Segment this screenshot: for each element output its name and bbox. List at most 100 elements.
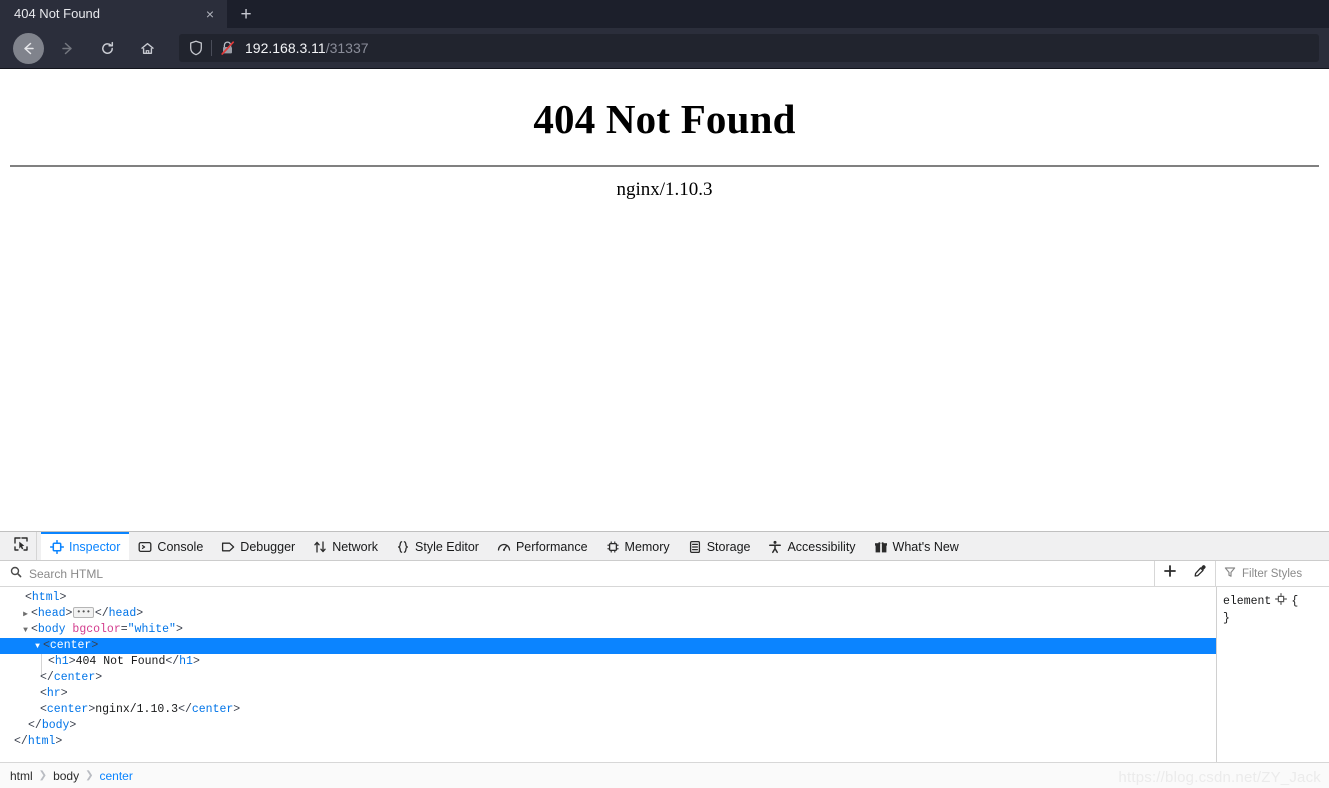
url-path: /31337 bbox=[326, 40, 369, 56]
node-attr-name: bgcolor bbox=[72, 623, 120, 636]
markup-node-body-close[interactable]: </body> bbox=[0, 718, 1216, 734]
node-tag-html-close: html bbox=[28, 735, 56, 748]
arrow-right-icon bbox=[59, 40, 76, 57]
markup-node-body[interactable]: ▼<body bgcolor="white"> bbox=[0, 622, 1216, 638]
forward-button[interactable] bbox=[50, 31, 84, 65]
tab-title: 404 Not Found bbox=[14, 0, 199, 28]
node-text-h1: 404 Not Found bbox=[76, 655, 166, 668]
breadcrumb-item-center[interactable]: center bbox=[99, 769, 132, 783]
lock-broken-icon[interactable] bbox=[220, 40, 235, 56]
tab-network[interactable]: Network bbox=[304, 532, 387, 560]
node-tag-hr: hr bbox=[47, 687, 61, 700]
node-tag-center-close: center bbox=[54, 671, 95, 684]
element-picker-button[interactable] bbox=[6, 532, 37, 560]
home-button[interactable] bbox=[130, 31, 164, 65]
breadcrumb-item-html[interactable]: html bbox=[10, 769, 33, 783]
filter-styles-input[interactable]: Filter Styles bbox=[1216, 561, 1329, 586]
search-html-placeholder: Search HTML bbox=[29, 567, 103, 581]
tab-performance[interactable]: Performance bbox=[488, 532, 597, 560]
console-icon bbox=[138, 540, 152, 554]
tab-network-label: Network bbox=[332, 540, 378, 554]
shield-icon[interactable] bbox=[189, 40, 203, 56]
chevron-right-icon: ❯ bbox=[39, 770, 47, 781]
whats-new-icon bbox=[874, 540, 888, 554]
rule-close-line: } bbox=[1223, 611, 1329, 627]
new-tab-button[interactable]: + bbox=[227, 0, 265, 28]
tab-performance-label: Performance bbox=[516, 540, 588, 554]
tab-accessibility-label: Accessibility bbox=[787, 540, 855, 554]
node-tag-html: html bbox=[32, 591, 60, 604]
collapsed-children-icon[interactable]: ••• bbox=[73, 607, 93, 618]
filter-styles-placeholder: Filter Styles bbox=[1242, 568, 1302, 580]
markup-node-head[interactable]: ▶<head>•••</head> bbox=[0, 606, 1216, 622]
memory-icon bbox=[606, 540, 620, 554]
style-rules-panel[interactable]: element { } bbox=[1217, 587, 1329, 762]
tab-inspector-label: Inspector bbox=[69, 540, 120, 554]
tab-style-editor-label: Style Editor bbox=[415, 540, 479, 554]
tab-debugger-label: Debugger bbox=[240, 540, 295, 554]
tab-console[interactable]: Console bbox=[129, 532, 212, 560]
tab-style-editor[interactable]: Style Editor bbox=[387, 532, 488, 560]
devtools-body: ▼<html> ▶<head>•••</head> ▼<body bgcolor… bbox=[0, 587, 1329, 762]
markup-node-center-close[interactable]: </center> bbox=[0, 670, 1216, 686]
url-host: 192.168.3.11 bbox=[245, 40, 326, 56]
home-icon bbox=[139, 40, 156, 57]
breadcrumb: html ❯ body ❯ center https://blog.csdn.n… bbox=[0, 762, 1329, 788]
tab-whats-new[interactable]: What's New bbox=[865, 532, 968, 560]
node-tag-head: head bbox=[38, 607, 66, 620]
tab-memory-label: Memory bbox=[625, 540, 670, 554]
breadcrumb-item-body[interactable]: body bbox=[53, 769, 79, 783]
browser-window: 404 Not Found × + bbox=[0, 0, 1329, 788]
twisty-icon[interactable]: ▼ bbox=[32, 639, 43, 655]
urlbar-divider bbox=[211, 40, 212, 56]
tab-storage[interactable]: Storage bbox=[679, 532, 760, 560]
markup-tree[interactable]: ▼<html> ▶<head>•••</head> ▼<body bgcolor… bbox=[0, 587, 1217, 762]
markup-node-h1[interactable]: <h1>404 Not Found</h1> bbox=[0, 654, 1216, 670]
node-tag-center: center bbox=[50, 639, 91, 652]
search-html-input[interactable]: Search HTML bbox=[0, 561, 1155, 586]
node-tag-center2: center bbox=[47, 703, 88, 716]
rule-selector-line: element { bbox=[1223, 593, 1329, 611]
tab-strip: 404 Not Found × + bbox=[0, 0, 1329, 28]
node-tag-head-close: head bbox=[109, 607, 137, 620]
markup-node-center-selected[interactable]: ▼<center> bbox=[0, 638, 1216, 654]
page-title: 404 Not Found bbox=[0, 69, 1329, 143]
reload-button[interactable] bbox=[90, 31, 124, 65]
address-bar[interactable]: 192.168.3.11/31337 bbox=[179, 34, 1319, 62]
tab-inspector[interactable]: Inspector bbox=[41, 532, 129, 560]
navigation-toolbar: 192.168.3.11/31337 bbox=[0, 28, 1329, 68]
arrow-left-icon bbox=[20, 40, 37, 57]
watermark: https://blog.csdn.net/ZY_Jack bbox=[1118, 769, 1321, 786]
rule-open-brace: { bbox=[1291, 594, 1298, 610]
rule-close-brace: } bbox=[1223, 611, 1230, 627]
close-icon[interactable]: × bbox=[199, 3, 221, 25]
tab-memory[interactable]: Memory bbox=[597, 532, 679, 560]
rule-target-icon[interactable] bbox=[1275, 593, 1287, 611]
node-attr-value: "white" bbox=[128, 623, 176, 636]
markup-node-center-nginx[interactable]: <center>nginx/1.10.3</center> bbox=[0, 702, 1216, 718]
tab-accessibility[interactable]: Accessibility bbox=[759, 532, 864, 560]
accessibility-icon bbox=[768, 540, 782, 554]
chevron-right-icon: ❯ bbox=[85, 770, 93, 781]
search-icon bbox=[10, 565, 22, 583]
tab-whats-new-label: What's New bbox=[893, 540, 959, 554]
tab-debugger[interactable]: Debugger bbox=[212, 532, 304, 560]
add-node-button[interactable] bbox=[1163, 564, 1177, 583]
reload-icon bbox=[99, 40, 116, 57]
tab-storage-label: Storage bbox=[707, 540, 751, 554]
node-tag-h1: h1 bbox=[55, 655, 69, 668]
markup-node-hr[interactable]: <hr> bbox=[0, 686, 1216, 702]
debugger-icon bbox=[221, 540, 235, 554]
markup-toolbar-buttons bbox=[1155, 561, 1216, 586]
twisty-icon[interactable]: ▼ bbox=[20, 623, 31, 639]
eyedropper-icon[interactable] bbox=[1193, 564, 1207, 583]
markup-node-html[interactable]: ▼<html> bbox=[0, 590, 1216, 606]
tab-console-label: Console bbox=[157, 540, 203, 554]
twisty-icon[interactable]: ▶ bbox=[20, 607, 31, 623]
devtools-tabbar: Inspector Console Debugger Network bbox=[0, 532, 1329, 561]
node-tag-center2-close: center bbox=[192, 703, 233, 716]
back-button[interactable] bbox=[13, 33, 44, 64]
markup-node-html-close[interactable]: </html> bbox=[0, 734, 1216, 750]
rule-selector: element bbox=[1223, 594, 1271, 610]
browser-tab[interactable]: 404 Not Found × bbox=[0, 0, 227, 28]
